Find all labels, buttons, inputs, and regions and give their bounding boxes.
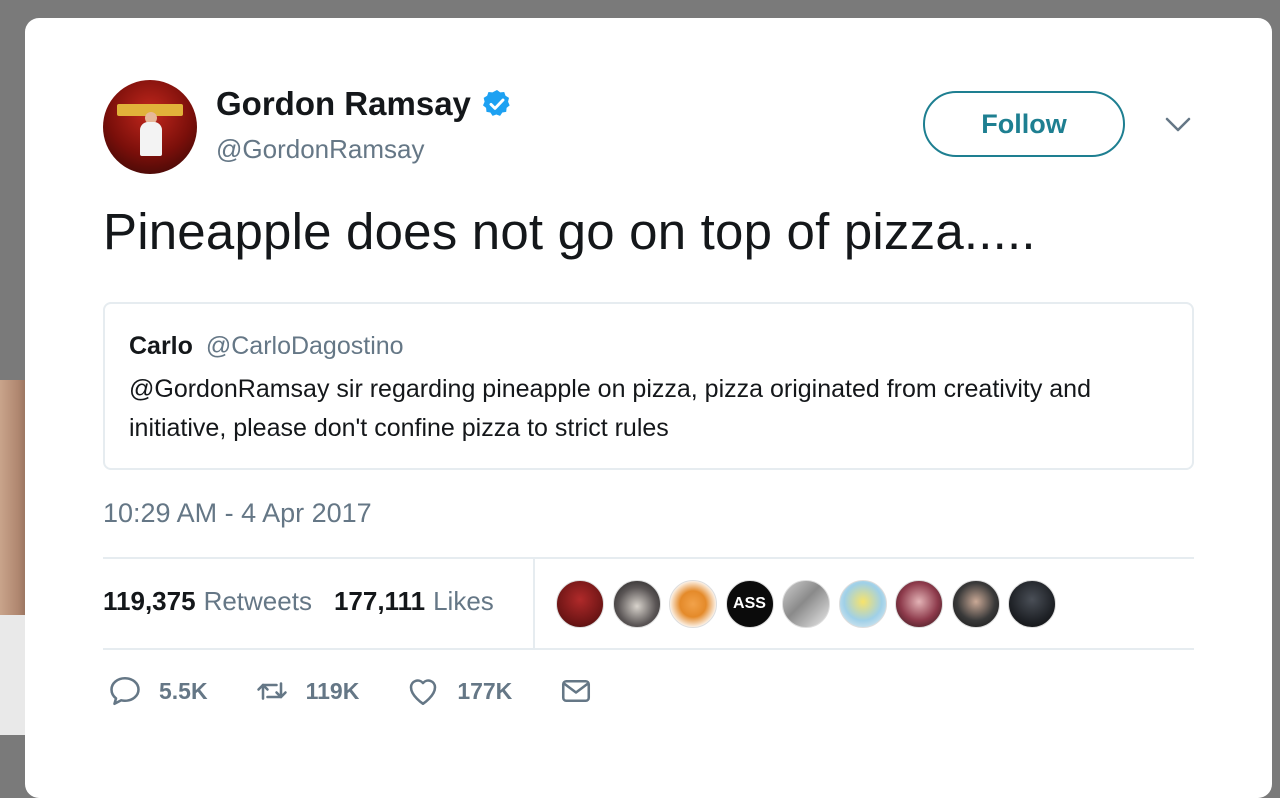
retweets-count: 119,375	[103, 586, 196, 616]
liker-avatar[interactable]	[612, 580, 661, 628]
stats-divider	[533, 558, 535, 648]
liker-avatar[interactable]: ASS	[725, 580, 774, 628]
retweet-icon	[256, 682, 287, 700]
quoted-text: @GordonRamsay sir regarding pineapple on…	[129, 375, 1091, 442]
liker-avatar-text: ASS	[733, 595, 766, 612]
liker-avatar[interactable]	[895, 580, 943, 628]
retweets-label: Retweets	[203, 586, 312, 616]
like-action[interactable]: 177K	[405, 673, 512, 709]
tweet-text: Pineapple does not go on top of pizza...…	[103, 203, 1036, 260]
avatar-person	[140, 122, 162, 156]
tweet-timestamp[interactable]: 10:29 AM - 4 Apr 2017	[103, 498, 372, 529]
liker-avatar[interactable]	[838, 580, 887, 628]
retweet-count: 119K	[305, 677, 360, 704]
like-count: 177K	[457, 677, 513, 704]
likes-label: Likes	[433, 586, 494, 616]
likes-count: 177,111	[333, 586, 426, 616]
chevron-down-icon[interactable]	[1165, 116, 1191, 134]
verified-badge-icon	[482, 90, 510, 116]
direct-message-action[interactable]	[558, 673, 594, 709]
quoted-header: Carlo @CarloDagostino	[129, 332, 404, 361]
retweets-stat[interactable]: 119,375 Retweets	[103, 586, 312, 617]
author-display-name[interactable]: Gordon Ramsay	[216, 85, 471, 123]
liker-avatar[interactable]	[782, 580, 830, 628]
author-name-row: Gordon Ramsay	[216, 85, 513, 123]
quoted-tweet[interactable]: Carlo @CarloDagostino @GordonRamsay sir …	[103, 302, 1194, 470]
follow-button[interactable]: Follow	[923, 91, 1125, 157]
tweet-card: Gordon Ramsay @GordonRamsay Follow Pinea…	[25, 18, 1272, 798]
reply-icon	[110, 676, 140, 706]
reply-count: 5.5K	[159, 677, 208, 704]
author-handle[interactable]: @GordonRamsay	[216, 134, 424, 165]
divider-top	[103, 557, 1194, 559]
likes-stat[interactable]: 177,111 Likes	[334, 586, 494, 617]
heart-icon	[410, 679, 437, 706]
liker-avatar[interactable]	[669, 580, 717, 628]
reply-action[interactable]: 5.5K	[107, 673, 208, 709]
liker-avatar[interactable]	[556, 580, 604, 628]
liker-avatar[interactable]	[951, 580, 1000, 628]
quoted-author-name: Carlo	[129, 332, 193, 360]
tweet-stats: 119,375 Retweets 177,111 Likes	[103, 586, 494, 617]
quoted-author-handle: @CarloDagostino	[205, 332, 404, 360]
retweet-action[interactable]: 119K	[254, 673, 360, 709]
tweet-actions: 5.5K 119K 177K	[107, 673, 640, 709]
liker-avatar[interactable]	[1008, 580, 1056, 628]
divider-bottom	[103, 648, 1194, 650]
liker-avatars: ASS	[556, 580, 1065, 628]
author-avatar[interactable]	[103, 80, 197, 174]
envelope-icon	[562, 679, 591, 703]
